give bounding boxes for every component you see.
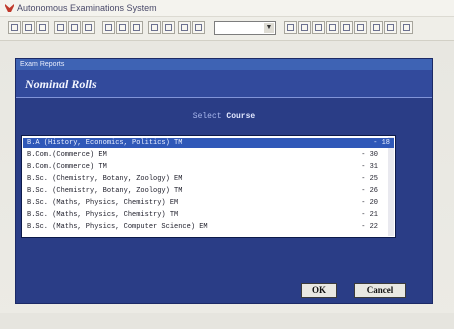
toolbar-button-icon[interactable] [54, 21, 67, 34]
course-name: B.A (History, Economics, Politics) TM [27, 139, 183, 147]
toolbar-button-icon[interactable] [102, 21, 115, 34]
course-count: - 22 [361, 223, 378, 231]
toolbar-glyph-icon [39, 24, 46, 31]
course-count: - 26 [361, 187, 378, 195]
toolbar-glyph-icon [25, 24, 32, 31]
toolbar-button-icon[interactable] [162, 21, 175, 34]
toolbar-glyph-icon [133, 24, 140, 31]
window-title: Autonomous Examinations System [17, 3, 157, 13]
status-bar [0, 313, 454, 329]
toolbar-glyph-icon [373, 24, 380, 31]
course-name: B.Sc. (Maths, Physics, Chemistry) TM [27, 211, 179, 219]
toolbar-glyph-icon [287, 24, 294, 31]
nominal-rolls-dialog: Exam Reports Nominal Rolls Select Course… [15, 58, 433, 304]
app-logo-icon [5, 4, 14, 12]
toolbar-button-icon[interactable] [284, 21, 297, 34]
course-list-item[interactable]: B.Sc. (Maths, Physics, Chemistry) TM - 21 [23, 210, 394, 220]
dialog-caption: Exam Reports [16, 59, 432, 70]
toolbar-glyph-icon [357, 24, 364, 31]
course-list-item[interactable]: B.A (History, Economics, Politics) TM - 1… [23, 138, 394, 148]
toolbar-button-icon[interactable] [178, 21, 191, 34]
window-title-bar: Autonomous Examinations System [0, 0, 454, 17]
toolbar-glyph-icon [151, 24, 158, 31]
course-list-item[interactable]: B.Sc. (Chemistry, Botany, Zoology) TM - 2… [23, 186, 394, 196]
toolbar-button-icon[interactable] [298, 21, 311, 34]
toolbar-button-icon[interactable] [130, 21, 143, 34]
toolbar-button-icon[interactable] [116, 21, 129, 34]
toolbar-button-icon[interactable] [384, 21, 397, 34]
course-count: - 18 [373, 139, 390, 147]
toolbar-glyph-icon [315, 24, 322, 31]
toolbar-button-icon[interactable] [68, 21, 81, 34]
toolbar-glyph-icon [57, 24, 64, 31]
toolbar-select[interactable]: ▼ [214, 21, 276, 35]
course-count: - 25 [361, 175, 378, 183]
toolbar-button-icon[interactable] [148, 21, 161, 34]
course-count: - 30 [361, 151, 378, 159]
toolbar-glyph-icon [165, 24, 172, 31]
select-prefix: Select [192, 112, 227, 121]
toolbar-button-icon[interactable] [312, 21, 325, 34]
toolbar-button-icon[interactable] [8, 21, 21, 34]
cancel-button[interactable]: Cancel [354, 283, 406, 298]
toolbar-glyph-icon [403, 24, 410, 31]
toolbar-glyph-icon [11, 24, 18, 31]
course-list-item[interactable]: B.Com.(Commerce) EM - 30 [23, 150, 394, 160]
toolbar-glyph-icon [85, 24, 92, 31]
course-count: - 20 [361, 199, 378, 207]
toolbar-button-icon[interactable] [354, 21, 367, 34]
toolbar-glyph-icon [387, 24, 394, 31]
select-emphasis: Course [226, 112, 256, 121]
course-name: B.Com.(Commerce) EM [27, 151, 107, 159]
dialog-header: Nominal Rolls [16, 70, 432, 98]
toolbar-glyph-icon [329, 24, 336, 31]
toolbar-glyph-icon [71, 24, 78, 31]
toolbar-glyph-icon [343, 24, 350, 31]
toolbar-glyph-icon [195, 24, 202, 31]
toolbar-button-icon[interactable] [192, 21, 205, 34]
toolbar-button-icon[interactable] [82, 21, 95, 34]
course-list-item[interactable]: B.Sc. (Chemistry, Botany, Zoology) EM - 2… [23, 174, 394, 184]
toolbar-button-icon[interactable] [370, 21, 383, 34]
select-course-label: Select Course [16, 112, 432, 121]
toolbar-button-icon[interactable] [326, 21, 339, 34]
toolbar-button-icon[interactable] [340, 21, 353, 34]
course-name: B.Sc. (Maths, Physics, Computer Science)… [27, 223, 208, 231]
toolbar-button-icon[interactable] [36, 21, 49, 34]
toolbar-button-icon[interactable] [400, 21, 413, 34]
toolbar-button-icon[interactable] [22, 21, 35, 34]
toolbar: ▼ [0, 17, 454, 41]
toolbar-glyph-icon [119, 24, 126, 31]
course-list-item[interactable]: B.Com.(Commerce) TM - 31 [23, 162, 394, 172]
toolbar-glyph-icon [105, 24, 112, 31]
course-count: - 21 [361, 211, 378, 219]
course-name: B.Sc. (Maths, Physics, Chemistry) EM [27, 199, 179, 207]
course-name: B.Com.(Commerce) TM [27, 163, 107, 171]
dialog-heading: Nominal Rolls [25, 77, 97, 91]
course-list-item[interactable]: B.Sc. (Maths, Physics, Chemistry) EM - 20 [23, 198, 394, 208]
course-list[interactable]: B.A (History, Economics, Politics) TM - 1… [21, 135, 396, 238]
toolbar-glyph-icon [301, 24, 308, 31]
course-name: B.Sc. (Chemistry, Botany, Zoology) EM [27, 175, 183, 183]
ok-button[interactable]: OK [301, 283, 337, 298]
course-name: B.Sc. (Chemistry, Botany, Zoology) TM [27, 187, 183, 195]
course-list-item[interactable]: B.Sc. (Maths, Physics, Computer Science)… [23, 222, 394, 232]
chevron-down-icon[interactable]: ▼ [264, 23, 274, 33]
course-count: - 31 [361, 163, 378, 171]
toolbar-glyph-icon [181, 24, 188, 31]
